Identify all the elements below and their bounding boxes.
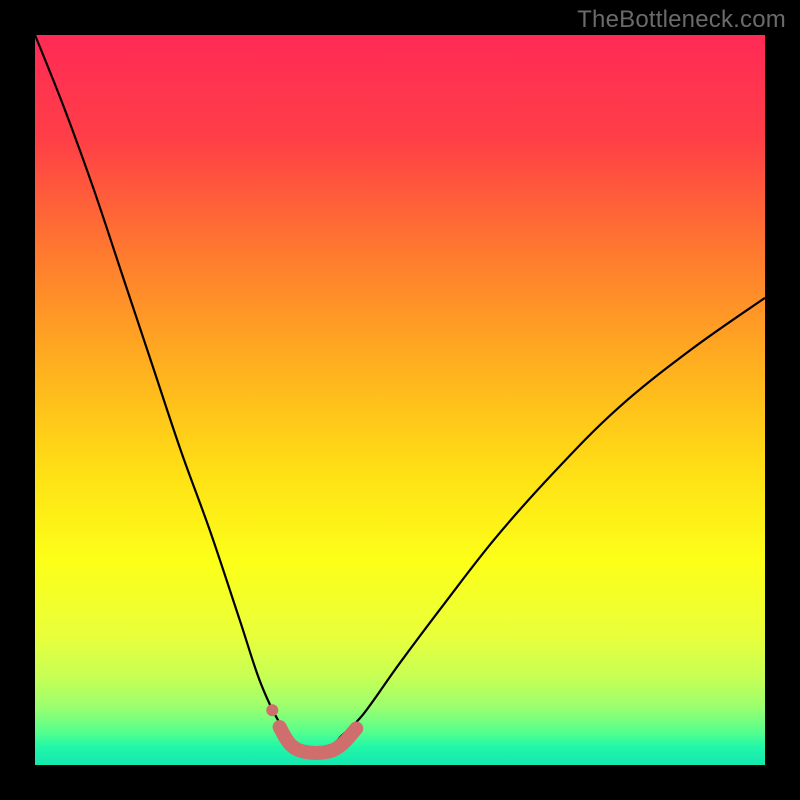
bottleneck-curve <box>35 35 765 753</box>
plot-area <box>35 35 765 765</box>
curve-layer <box>35 35 765 765</box>
chart-frame: TheBottleneck.com <box>0 0 800 800</box>
optimal-range-highlight <box>280 727 357 753</box>
optimal-range-dot <box>266 704 278 716</box>
watermark-text: TheBottleneck.com <box>577 6 786 34</box>
